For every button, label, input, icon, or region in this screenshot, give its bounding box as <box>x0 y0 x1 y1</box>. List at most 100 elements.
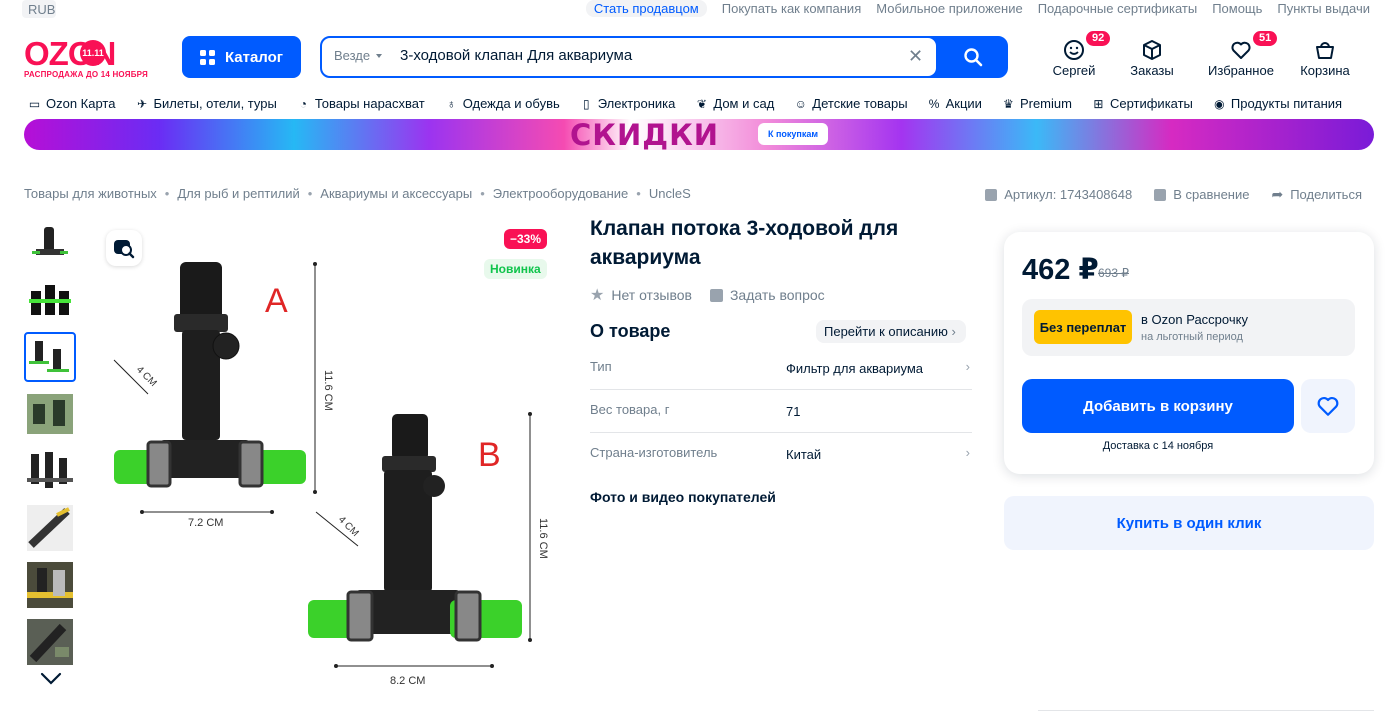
catalog-label: Каталог <box>224 48 284 66</box>
search-scope-select[interactable]: Везде <box>334 48 383 63</box>
dim-b-height: 11.6 CM <box>537 518 549 559</box>
catnav-label: Детские товары <box>812 96 908 111</box>
thumbnail[interactable] <box>24 503 76 553</box>
spec-row-type[interactable]: Тип Фильтр для аквариума › <box>590 347 972 390</box>
dim-a-width: 7.2 CM <box>188 517 223 529</box>
product-meta: Артикул: 1743408648 В сравнение ➦ Поделит… <box>985 186 1362 203</box>
favorites-count-badge: 51 <box>1253 31 1278 46</box>
top-link-help[interactable]: Помощь <box>1212 1 1262 16</box>
add-to-cart-button[interactable]: Добавить в корзину <box>1022 379 1294 433</box>
logo-subtitle: РАСПРОДАЖА ДО 14 НОЯБРЯ <box>24 70 148 79</box>
search-button[interactable] <box>940 38 1006 76</box>
spec-row-country[interactable]: Страна-изготовитель Китай › <box>590 433 972 476</box>
dim-a-height: 11.6 CM <box>322 370 334 411</box>
spec-value: 71 <box>786 404 801 419</box>
catnav-certificates[interactable]: ⊞ Сертификаты <box>1092 96 1193 111</box>
ozon-logo[interactable]: OZON 11.11 РАСПРОДАЖА ДО 14 НОЯБРЯ <box>24 37 148 79</box>
favorites-button[interactable]: 51 Избранное <box>1196 31 1286 78</box>
share-button[interactable]: ➦ Поделиться <box>1271 186 1362 203</box>
catnav-label: Дом и сад <box>713 96 775 111</box>
catnav-premium[interactable]: ♛ Premium <box>1002 96 1072 111</box>
plane-icon: ✈ <box>136 96 147 111</box>
ask-question-link[interactable]: Задать вопрос <box>709 285 825 305</box>
catalog-button[interactable]: Каталог <box>182 36 301 78</box>
catnav-label: Ozon Карта <box>46 96 116 111</box>
breadcrumb-item[interactable]: Аквариумы и аксессуары <box>320 186 472 201</box>
top-link-company[interactable]: Покупать как компания <box>722 1 861 16</box>
thumbnail[interactable] <box>24 389 76 439</box>
goto-description-label: Перейти к описанию <box>824 324 948 339</box>
top-link-gift-cards[interactable]: Подарочные сертификаты <box>1038 1 1197 16</box>
catnav-food[interactable]: ◉ Продукты питания <box>1213 96 1342 111</box>
thumbnail[interactable] <box>24 560 76 610</box>
phone-icon: ▯ <box>582 96 590 111</box>
compare-label: В сравнение <box>1173 187 1250 202</box>
thumbnail-active[interactable] <box>24 332 76 382</box>
favorite-button[interactable] <box>1301 379 1355 433</box>
heart-icon <box>1317 397 1339 416</box>
breadcrumb-item[interactable]: Товары для животных <box>24 186 157 201</box>
label-b: B <box>478 436 501 474</box>
top-link-mobile-app[interactable]: Мобильное приложение <box>876 1 1022 16</box>
cart-label: Корзина <box>1300 63 1350 78</box>
clock-icon: ◔ <box>299 96 307 111</box>
goto-description-button[interactable]: Перейти к описанию › <box>816 320 966 343</box>
heart-icon <box>1231 41 1251 59</box>
plant-icon: ❦ <box>696 96 707 111</box>
gift-icon: ⊞ <box>1093 96 1104 111</box>
baby-icon: ☺ <box>794 96 807 111</box>
breadcrumb-item[interactable]: Электрооборудование <box>493 186 629 201</box>
catnav-promos[interactable]: % Акции <box>928 96 982 111</box>
catnav-clothes[interactable]: ♁ Одежда и обувь <box>445 96 560 111</box>
product-main-image[interactable]: 11.6 CM 7.2 CM 4 CM A 11.6 CM 8.2 CM 4 C… <box>100 222 560 692</box>
installment-offer[interactable]: Без переплат в Ozon Рассрочку на льготны… <box>1022 299 1355 356</box>
catnav-kids[interactable]: ☺ Детские товары <box>794 96 908 111</box>
catnav-electronics[interactable]: ▯ Электроника <box>580 96 676 111</box>
zoom-button[interactable] <box>106 230 142 266</box>
percent-icon: % <box>928 96 940 111</box>
chevron-right-icon: › <box>965 445 970 460</box>
breadcrumb-item[interactable]: UncleS <box>649 186 691 201</box>
spec-row-weight: Вес товара, г 71 <box>590 390 972 433</box>
compare-button[interactable]: В сравнение <box>1154 186 1249 203</box>
chevron-down-icon[interactable] <box>40 672 62 691</box>
catnav-label: Сертификаты <box>1109 96 1193 111</box>
banner-shop-button[interactable]: К покупкам <box>758 123 828 145</box>
customer-media-heading: Фото и видео покупателей <box>590 489 776 505</box>
search-field[interactable]: Везде 3-ходовой клапан Для аквариума ✕ <box>322 38 936 76</box>
about-heading: О товаре <box>590 321 671 341</box>
share-label: Поделиться <box>1290 187 1362 202</box>
thumbnail[interactable] <box>24 617 76 667</box>
cart-button[interactable]: Корзина <box>1286 34 1364 78</box>
thumbnail[interactable] <box>24 446 76 496</box>
buy-box: 462 ₽ 693 ₽ Без переплат в Ozon Рассрочк… <box>1004 232 1374 474</box>
catnav-travel[interactable]: ✈ Билеты, отели, туры <box>135 96 277 111</box>
discount-badge: −33% <box>504 229 548 249</box>
catnav-ozon-card[interactable]: ▭ Ozon Карта <box>28 96 116 111</box>
breadcrumb-item[interactable]: Для рыб и рептилий <box>177 186 299 201</box>
search-input[interactable]: 3-ходовой клапан Для аквариума <box>400 47 632 64</box>
catnav-label: Продукты питания <box>1230 96 1343 111</box>
new-badge: Новинка <box>484 259 547 279</box>
breadcrumb-separator: • <box>164 186 170 201</box>
catnav-hot-items[interactable]: ◔ Товары нарасхват <box>297 96 425 111</box>
catnav-home-garden[interactable]: ❦ Дом и сад <box>695 96 774 111</box>
promo-banner[interactable]: СКИДКИ К покупкам <box>24 119 1374 150</box>
top-link-pickup-points[interactable]: Пункты выдачи <box>1277 1 1370 16</box>
orders-label: Заказы <box>1130 63 1174 78</box>
favorites-label: Избранное <box>1208 63 1274 78</box>
thumbnail[interactable] <box>24 275 76 325</box>
orders-button[interactable]: Заказы <box>1108 34 1196 78</box>
chevron-down-icon <box>376 53 383 58</box>
currency-switch[interactable]: RUB <box>22 0 56 18</box>
article-label: Артикул: 1743408648 <box>1004 187 1133 202</box>
logo-sale-badge: 11.11 <box>80 40 106 66</box>
clear-icon[interactable]: ✕ <box>908 46 923 67</box>
buy-one-click-button[interactable]: Купить в один клик <box>1004 496 1374 550</box>
catnav-label: Электроника <box>597 96 676 111</box>
thumbnail[interactable] <box>24 218 76 268</box>
reviews-link[interactable]: ★ Нет отзывов <box>590 285 692 305</box>
article-number[interactable]: Артикул: 1743408648 <box>985 186 1132 203</box>
top-link-seller[interactable]: Стать продавцом <box>585 0 707 17</box>
profile-button[interactable]: 92 Сергей <box>1040 31 1111 78</box>
